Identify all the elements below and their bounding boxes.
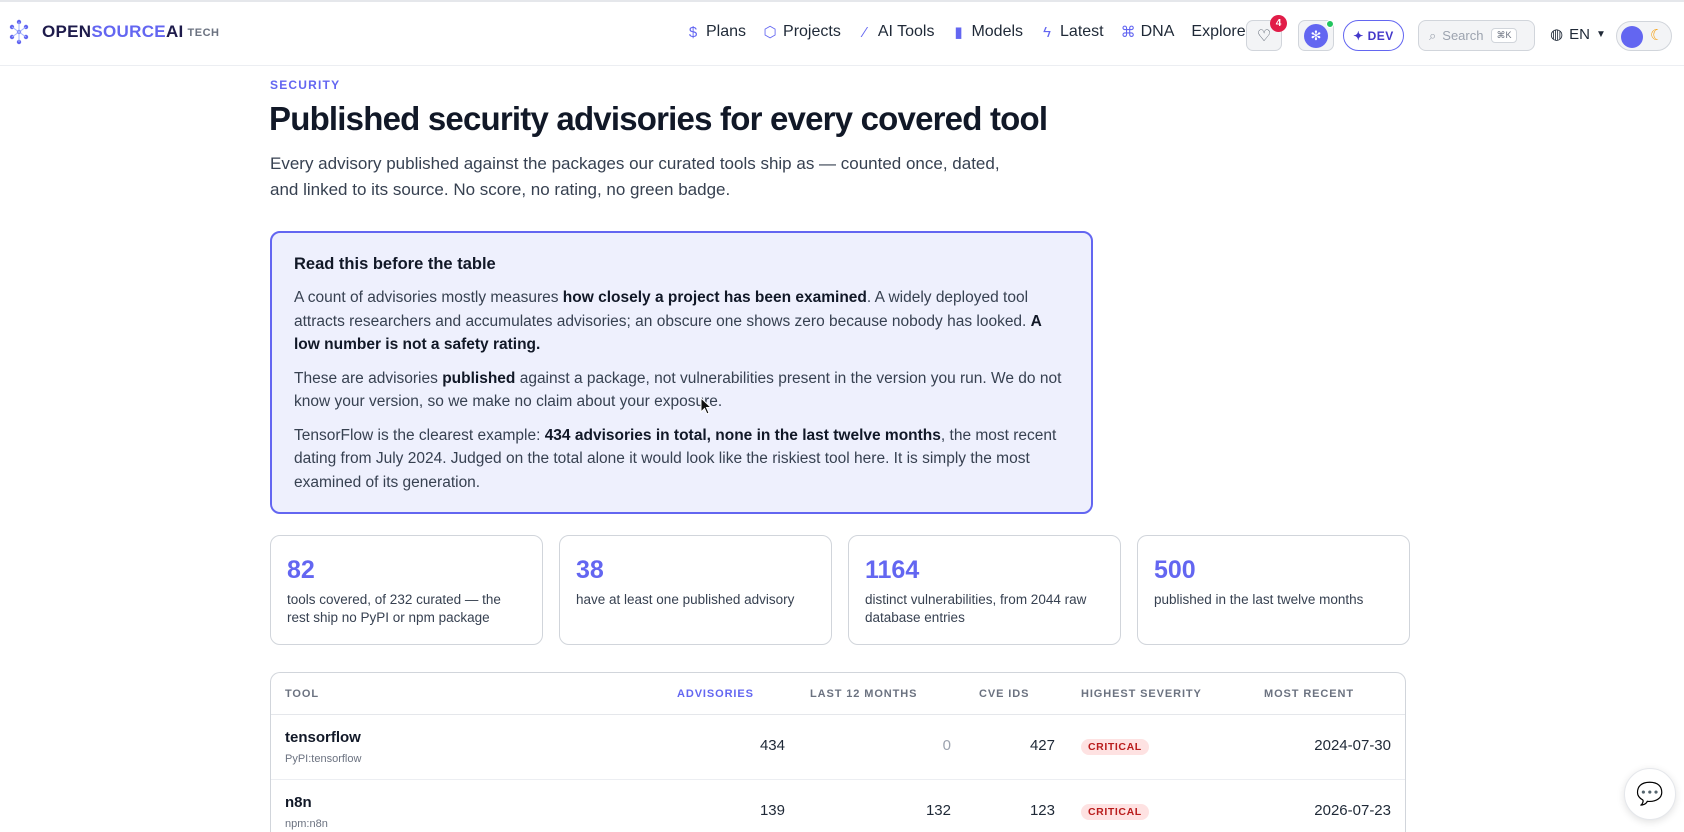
cve-count: 123 (1029, 802, 1055, 819)
nav-latest[interactable]: ϟ Latest (1040, 23, 1104, 41)
page-lede: Every advisory published against the pac… (270, 154, 1000, 199)
last12-count: 132 (925, 802, 951, 819)
brand-logo[interactable]: OPENSOURCEAI TECH (8, 18, 220, 46)
table-header: TOOL ADVISORIES LAST 12 MONTHS CVE IDS H… (271, 673, 1405, 715)
nav-label: Models (971, 23, 1024, 40)
brand-name: OPENSOURCEAI (42, 22, 184, 41)
last12-count: 0 (942, 737, 951, 754)
disclaimer-box: Read this before the table A count of ad… (270, 231, 1093, 514)
severity-badge: CRITICAL (1081, 739, 1149, 755)
stat-description: tools covered, of 232 curated — the rest… (287, 592, 501, 625)
nav-label: DNA (1140, 23, 1175, 40)
nav-label: Explore (1191, 23, 1246, 40)
network-icon: ✻ (1304, 23, 1328, 48)
chat-button[interactable]: 💬 (1624, 768, 1676, 820)
stat-value: 1164 (865, 556, 920, 584)
tool-package: PyPI:tensorflow (285, 753, 362, 765)
most-recent-date: 2026-07-23 (1314, 802, 1391, 819)
mouse-cursor-icon (700, 397, 712, 415)
advisories-count: 139 (759, 802, 785, 819)
most-recent-date: 2024-07-30 (1314, 737, 1391, 754)
nav-plans[interactable]: $ Plans (686, 23, 746, 41)
dev-mode-button[interactable]: ✦ DEV (1343, 20, 1404, 51)
stat-card: 500 published in the last twelve months (1137, 535, 1410, 645)
column-header-advisories[interactable]: ADVISORIES (677, 688, 754, 700)
stat-description: distinct vulnerabilities, from 2044 raw … (865, 592, 1087, 625)
section-eyebrow: SECURITY (270, 78, 341, 92)
nav-models[interactable]: ▮ Models (951, 23, 1023, 41)
language-selector[interactable]: ◍ EN ▼ (1550, 25, 1606, 44)
language-label: EN (1569, 25, 1590, 43)
column-header-cve[interactable]: CVE IDS (979, 688, 1029, 700)
logo-icon (9, 19, 29, 45)
stat-card: 38 have at least one published advisory (559, 535, 832, 645)
search-shortcut: ⌘K (1491, 28, 1517, 43)
nav-label: Projects (783, 23, 841, 40)
main-nav: $ Plans ⬡ Projects ⁄ AI Tools ▮ Models ϟ Late… (686, 23, 1262, 41)
disclaimer-title: Read this before the table (294, 255, 496, 273)
page-title: Published security advisories for every … (269, 100, 1048, 137)
chat-bubble-icon: 💬 (1636, 781, 1664, 806)
advisories-count: 434 (759, 737, 785, 754)
advisories-table: TOOL ADVISORIES LAST 12 MONTHS CVE IDS H… (270, 672, 1406, 832)
tool-name-link[interactable]: n8n (285, 794, 312, 811)
nav-label: Plans (706, 23, 747, 40)
disclaimer-paragraph-2: These are advisories published against a… (294, 369, 1062, 411)
wand-icon: ⁄ (863, 23, 867, 41)
heart-icon: ♡ (1256, 27, 1272, 45)
column-header-recent[interactable]: MOST RECENT (1264, 688, 1354, 700)
search-input[interactable]: ⌕ Search ⌘K (1418, 20, 1535, 51)
column-header-severity[interactable]: HIGHEST SEVERITY (1081, 688, 1202, 700)
chevron-down-icon: ▼ (1595, 28, 1606, 40)
stat-value: 500 (1154, 556, 1196, 584)
theme-toggle[interactable]: ☾ (1616, 21, 1672, 51)
disclaimer-paragraph-1: A count of advisories mostly measures ho… (294, 289, 1042, 353)
moon-icon: ☾ (1650, 27, 1664, 44)
nav-ai-tools[interactable]: ⁄ AI Tools (858, 23, 935, 41)
table-row[interactable]: tensorflow PyPI:tensorflow 434 0 427 CRI… (271, 715, 1405, 780)
column-header-last12[interactable]: LAST 12 MONTHS (810, 688, 917, 700)
tool-package: npm:n8n (285, 818, 328, 830)
nav-dna[interactable]: ⌘ DNA (1121, 23, 1175, 41)
search-icon: ⌕ (1429, 27, 1437, 43)
favorites-count-badge: 4 (1270, 15, 1287, 32)
stat-description: published in the last twelve months (1154, 592, 1364, 607)
nav-label: AI Tools (877, 23, 935, 40)
dollar-icon: $ (688, 23, 698, 41)
search-placeholder: Search (1442, 28, 1484, 43)
dna-icon: ⌘ (1120, 24, 1136, 41)
disclaimer-paragraph-3: TensorFlow is the clearest example: 434 … (294, 426, 1057, 491)
cve-count: 427 (1029, 737, 1055, 754)
severity-badge: CRITICAL (1081, 804, 1149, 820)
stats-row: 82 tools covered, of 232 curated — the r… (270, 535, 1410, 645)
stat-description: have at least one published advisory (576, 592, 795, 607)
column-header-tool[interactable]: TOOL (285, 688, 319, 700)
lightning-icon: ϟ (1043, 23, 1051, 41)
stat-value: 82 (287, 556, 315, 584)
tool-name-link[interactable]: tensorflow (285, 729, 361, 746)
stat-card: 1164 distinct vulnerabilities, from 2044… (848, 535, 1121, 645)
nav-label: Latest (1060, 23, 1104, 40)
online-status-dot (1326, 20, 1334, 28)
stat-value: 38 (576, 556, 604, 584)
cube-icon: ⬡ (763, 24, 777, 41)
nav-projects[interactable]: ⬡ Projects (763, 23, 841, 41)
brand-suffix: TECH (187, 27, 220, 39)
toggle-knob (1621, 26, 1643, 48)
table-row[interactable]: n8n npm:n8n 139 132 123 CRITICAL 2026-07… (271, 780, 1405, 832)
globe-icon: ◍ (1550, 26, 1564, 43)
bar-chart-icon: ▮ (954, 24, 963, 41)
stat-card: 82 tools covered, of 232 curated — the r… (270, 535, 543, 645)
top-nav: OPENSOURCEAI TECH $ Plans ⬡ Projects ⁄ AI T… (0, 0, 1684, 66)
